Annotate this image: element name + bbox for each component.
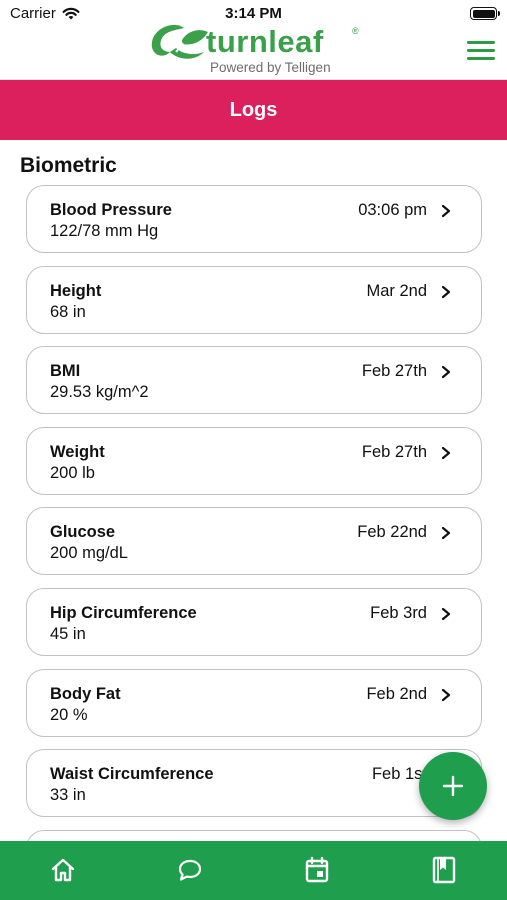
- chevron-right-icon: [441, 366, 451, 379]
- log-item-date: Feb 27th: [361, 362, 427, 381]
- log-item-name: Height: [50, 281, 102, 300]
- log-item-date: Feb 27th: [361, 442, 427, 461]
- title-bar: Logs: [0, 80, 507, 140]
- leaf-logo-icon: [151, 24, 208, 59]
- log-item-weight[interactable]: Weight 200 lb Feb 27th: [26, 426, 482, 495]
- tab-calendar[interactable]: [302, 855, 332, 885]
- log-item-name: Weight: [50, 442, 105, 461]
- home-icon: [51, 858, 75, 882]
- log-item-date: 03:06 pm: [358, 201, 427, 219]
- log-item-waist-circumference[interactable]: Waist Circumference 33 in Feb 1st: [26, 749, 482, 818]
- log-item-name: BMI: [50, 362, 81, 381]
- log-item-name: Body Fat: [50, 684, 121, 703]
- log-item-bmi[interactable]: BMI 29.53 kg/m^2 Feb 27th: [26, 346, 482, 415]
- calendar-icon: [305, 856, 329, 883]
- chevron-right-icon: [441, 446, 451, 459]
- log-item-value: 33 in: [50, 786, 86, 805]
- tab-messages[interactable]: [175, 855, 205, 885]
- log-item-value: 45 in: [50, 624, 86, 643]
- log-item-value: 20 %: [50, 705, 88, 724]
- log-item-height[interactable]: Height 68 in Mar 2nd: [26, 265, 482, 334]
- turnleaf-logo: turnleaf ® Powered by Telligen: [148, 20, 363, 78]
- log-item-name: Hip Circumference: [50, 603, 197, 622]
- section-heading: Biometric: [20, 154, 117, 177]
- page-title: Logs: [229, 98, 278, 121]
- hamburger-menu-icon[interactable]: [467, 41, 495, 63]
- add-log-button[interactable]: [419, 752, 487, 820]
- log-item-date: Mar 2nd: [366, 281, 427, 300]
- log-item-value: 122/78 mm Hg: [50, 222, 159, 240]
- log-item-glucose[interactable]: Glucose 200 mg/dL Feb 22nd: [26, 507, 482, 576]
- log-item-date: Feb 3rd: [370, 603, 427, 622]
- logo-tagline: Powered by Telligen: [210, 60, 331, 75]
- chevron-right-icon: [441, 607, 451, 621]
- log-item-name: Waist Circumference: [50, 765, 214, 784]
- chat-bubble-icon: [178, 859, 202, 881]
- log-item-blood-pressure[interactable]: Blood Pressure 122/78 mm Hg 03:06 pm: [26, 185, 482, 253]
- chevron-right-icon: [441, 688, 451, 701]
- journal-icon: [432, 856, 456, 884]
- log-item-value: 200 lb: [50, 463, 95, 482]
- registered-mark: ®: [352, 26, 359, 36]
- log-item-date: Feb 2nd: [366, 684, 427, 703]
- logo-wordmark: turnleaf: [206, 24, 324, 59]
- chevron-right-icon: [441, 204, 451, 218]
- tab-home[interactable]: [48, 855, 78, 885]
- app-header: turnleaf ® Powered by Telligen: [0, 18, 507, 80]
- log-list: Blood Pressure 122/78 mm Hg 03:06 pm Hei…: [26, 185, 482, 900]
- log-item-hip-circumference[interactable]: Hip Circumference 45 in Feb 3rd: [26, 587, 482, 656]
- log-item-value: 29.53 kg/m^2: [50, 383, 149, 402]
- chevron-right-icon: [441, 527, 451, 540]
- log-item-name: Glucose: [50, 523, 116, 542]
- plus-icon: [442, 775, 464, 797]
- log-item-name: Blood Pressure: [50, 201, 172, 219]
- log-item-body-fat[interactable]: Body Fat 20 % Feb 2nd: [26, 668, 482, 737]
- log-item-value: 200 mg/dL: [50, 544, 128, 563]
- log-item-date: Feb 22nd: [357, 523, 427, 542]
- chevron-right-icon: [441, 285, 451, 298]
- tab-journal[interactable]: [429, 855, 459, 885]
- log-item-value: 68 in: [50, 302, 86, 321]
- bottom-tab-bar: [0, 841, 507, 900]
